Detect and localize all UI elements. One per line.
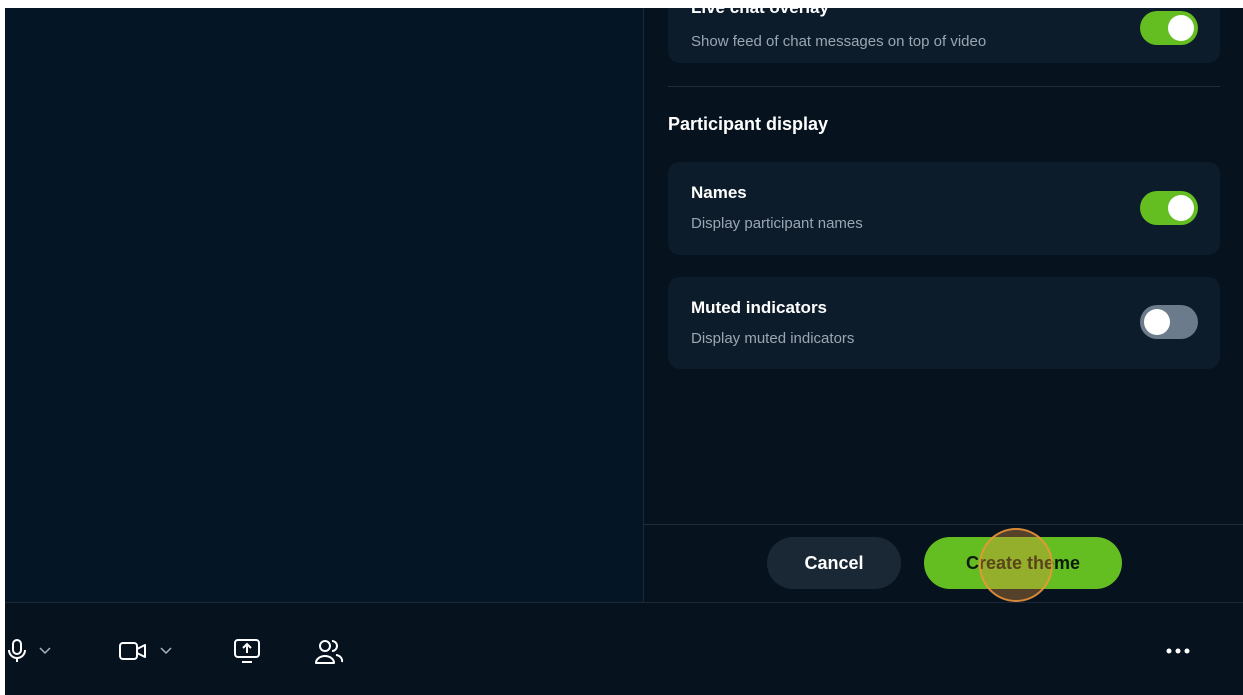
toggle-knob xyxy=(1168,15,1194,41)
share-screen-button[interactable] xyxy=(232,637,262,665)
more-options-button[interactable] xyxy=(1165,637,1191,665)
section-title-participant-display: Participant display xyxy=(668,114,829,134)
toggle-knob xyxy=(1144,309,1170,335)
muted-indicators-toggle[interactable] xyxy=(1140,305,1198,339)
video-stage xyxy=(5,8,643,602)
participants-icon xyxy=(313,637,345,665)
create-theme-button[interactable]: Create theme xyxy=(924,537,1122,589)
setting-title: Names xyxy=(691,183,747,202)
microphone-control[interactable] xyxy=(7,637,51,665)
setting-card-names: Names Display participant names xyxy=(668,162,1220,255)
microphone-icon xyxy=(7,638,27,664)
toggle-knob xyxy=(1168,195,1194,221)
app-window: Live chat overlay Show feed of chat mess… xyxy=(5,8,1243,695)
chat-overlay-toggle[interactable] xyxy=(1140,11,1198,45)
setting-description: Show feed of chat messages on top of vid… xyxy=(691,33,987,50)
names-toggle[interactable] xyxy=(1140,191,1198,225)
panel-footer: Cancel Create theme xyxy=(644,524,1243,602)
setting-card-muted-indicators: Muted indicators Display muted indicator… xyxy=(668,277,1220,369)
cancel-button[interactable]: Cancel xyxy=(767,537,901,589)
setting-description: Display participant names xyxy=(691,215,863,232)
chevron-down-icon[interactable] xyxy=(39,647,51,655)
camera-control[interactable] xyxy=(118,637,172,665)
setting-title: Live chat overlay xyxy=(691,8,829,18)
share-screen-icon xyxy=(232,637,262,665)
section-divider xyxy=(668,86,1220,87)
setting-title: Muted indicators xyxy=(691,298,828,317)
camera-icon xyxy=(118,640,148,662)
setting-card-chat-overlay: Live chat overlay Show feed of chat mess… xyxy=(668,8,1220,63)
participants-button[interactable] xyxy=(313,637,345,665)
chevron-down-icon[interactable] xyxy=(160,647,172,655)
setting-description: Display muted indicators xyxy=(691,330,855,347)
theme-settings-panel: Live chat overlay Show feed of chat mess… xyxy=(643,8,1243,602)
more-icon xyxy=(1165,647,1191,655)
meeting-toolbar xyxy=(5,602,1243,695)
